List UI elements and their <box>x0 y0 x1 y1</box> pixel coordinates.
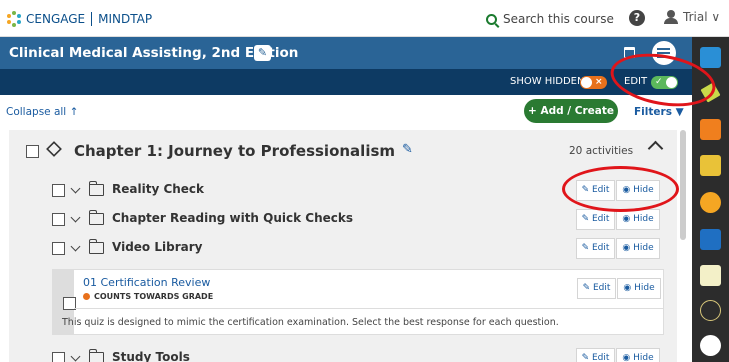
user-menu[interactable]: Trial ∨ <box>664 10 720 24</box>
chevron-up-icon[interactable] <box>647 140 664 157</box>
brand-cengage: CENGAGE <box>26 12 86 26</box>
edit-button[interactable]: ✎ Edit <box>576 209 615 230</box>
show-hidden-label: SHOW HIDDEN <box>510 76 585 87</box>
scrollbar[interactable] <box>680 130 686 240</box>
hide-button[interactable]: ◉ Hide <box>616 238 660 259</box>
chapter-unit-icon <box>46 141 62 157</box>
folder-row-video-library[interactable]: Video Library ✎ Edit ◉ Hide <box>9 234 677 263</box>
activity-description: This quiz is designed to mimic the certi… <box>62 317 559 328</box>
brand-divider <box>91 12 93 26</box>
chapter-checkbox[interactable] <box>26 145 39 158</box>
folder-title: Study Tools <box>112 350 190 362</box>
search-course-button[interactable]: Search this course <box>486 12 614 26</box>
folder-checkbox[interactable] <box>52 213 65 226</box>
chevron-down-icon[interactable] <box>70 183 81 194</box>
folder-icon <box>88 210 104 225</box>
chevron-down-icon[interactable] <box>70 212 81 223</box>
folder-checkbox[interactable] <box>52 184 65 197</box>
grade-badge-text: COUNTS TOWARDS GRADE <box>94 292 214 301</box>
activity-count: 20 activities <box>569 145 634 157</box>
chapter-title: Chapter 1: Journey to Professionalism <box>74 142 396 160</box>
folder-row-study-tools[interactable]: Study Tools ✎ Edit ◉ Hide <box>9 344 677 362</box>
add-create-button[interactable]: + Add / Create <box>524 99 618 123</box>
hide-button[interactable]: ◉ Hide <box>616 348 660 362</box>
chevron-down-icon[interactable] <box>70 351 81 362</box>
course-bar: Clinical Medical Assisting, 2nd Edition … <box>0 37 692 69</box>
top-bar: CENGAGE MINDTAP Search this course ? Tri… <box>0 0 729 37</box>
user-name: Trial ∨ <box>683 10 721 24</box>
grade-dot-icon <box>83 293 90 300</box>
folder-title: Chapter Reading with Quick Checks <box>112 211 354 225</box>
divider <box>74 308 664 309</box>
hide-button[interactable]: ◉ Hide <box>617 278 661 299</box>
edit-button[interactable]: ✎ Edit <box>576 348 615 362</box>
mode-bar: SHOW HIDDEN × EDIT ✓ <box>0 69 692 95</box>
notes-icon[interactable] <box>700 265 721 286</box>
rss-icon[interactable] <box>700 119 721 140</box>
filters-button[interactable]: Filters ▼ <box>634 106 684 118</box>
search-icon <box>486 13 497 25</box>
folder-checkbox[interactable] <box>52 352 65 362</box>
activity-title[interactable]: 01 Certification Review <box>83 276 210 289</box>
folder-icon <box>88 239 104 254</box>
briefcase-icon[interactable] <box>700 47 721 68</box>
grade-badge: COUNTS TOWARDS GRADE <box>83 292 213 301</box>
help-button[interactable]: ? <box>629 10 645 26</box>
cengage-mindtap-logo[interactable]: CENGAGE MINDTAP <box>6 11 152 27</box>
chevron-down-icon[interactable] <box>70 241 81 252</box>
collapse-all-link[interactable]: Collapse all ↑ <box>6 106 78 118</box>
user-icon <box>664 10 678 24</box>
readspeaker-icon[interactable] <box>700 300 721 321</box>
book-icon[interactable] <box>700 229 721 250</box>
folder-icon <box>88 181 104 196</box>
hide-button[interactable]: ◉ Hide <box>616 209 660 230</box>
folder-row-chapter-reading[interactable]: Chapter Reading with Quick Checks ✎ Edit… <box>9 205 677 234</box>
edit-button[interactable]: ✎ Edit <box>576 238 615 259</box>
controls-row: Collapse all ↑ + Add / Create Filters ▼ <box>0 95 692 130</box>
chapter-row: Chapter 1: Journey to Professionalism ✎ … <box>9 130 677 175</box>
edit-chapter-icon[interactable]: ✎ <box>402 142 413 157</box>
cnow-icon[interactable] <box>700 335 721 356</box>
flashcard-icon[interactable] <box>700 192 721 213</box>
annotation-ring-edit-hide <box>562 166 679 212</box>
show-hidden-toggle[interactable]: × <box>580 76 607 89</box>
edit-button[interactable]: ✎ Edit <box>577 278 616 299</box>
folder-title: Reality Check <box>112 182 205 196</box>
folder-checkbox[interactable] <box>52 242 65 255</box>
edit-course-title-button[interactable]: ✎ <box>254 45 271 61</box>
search-label: Search this course <box>503 12 614 26</box>
dictionary-icon[interactable] <box>700 155 721 176</box>
activity-card[interactable]: 01 Certification Review COUNTS TOWARDS G… <box>52 269 664 335</box>
brand-mindtap: MINDTAP <box>98 12 153 26</box>
folder-title: Video Library <box>112 240 203 254</box>
folder-icon <box>88 349 104 362</box>
cengage-logo-icon <box>6 11 22 27</box>
